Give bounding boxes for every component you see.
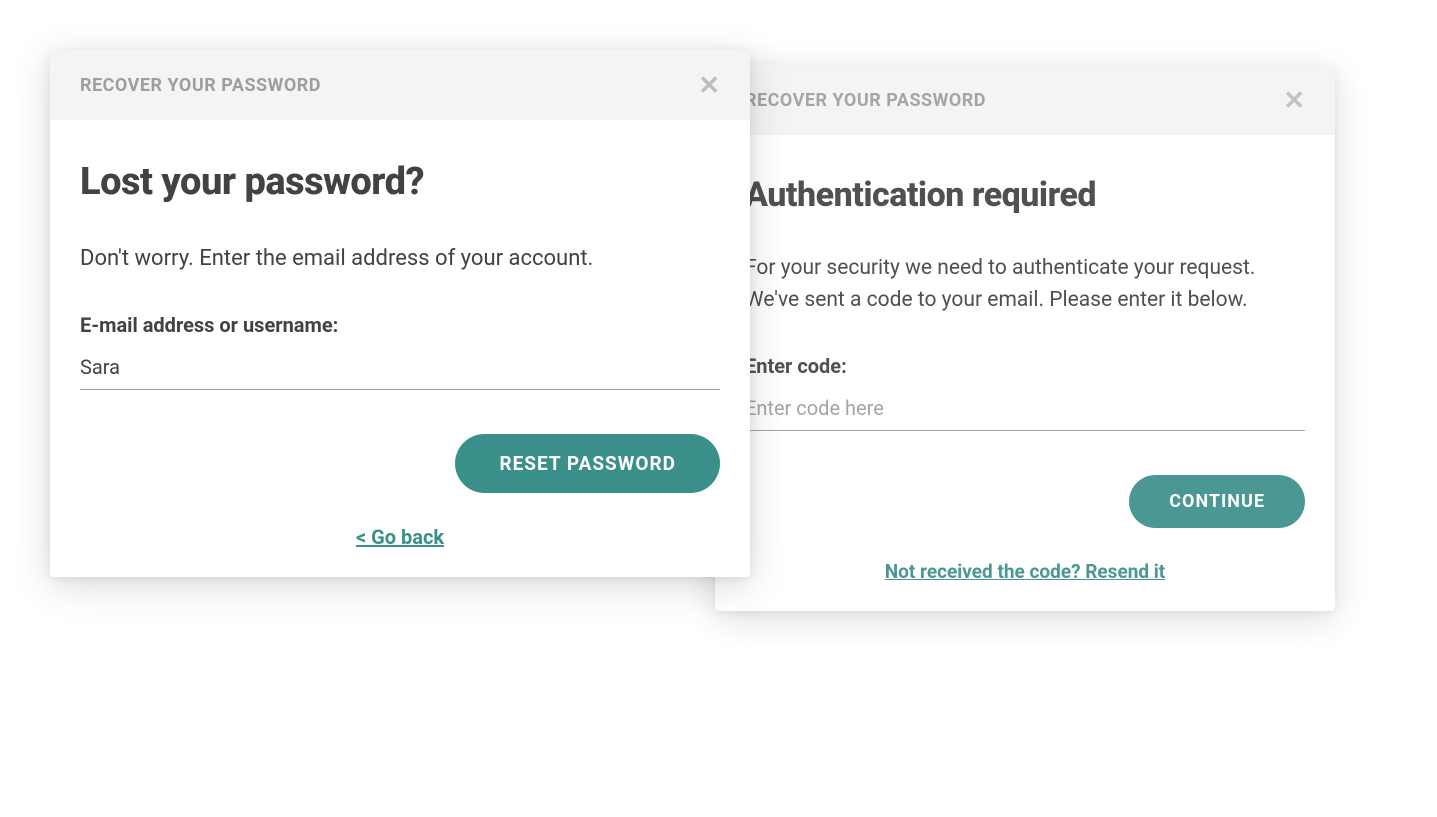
- button-row: RESET PASSWORD: [80, 434, 720, 493]
- lost-password-dialog: RECOVER YOUR PASSWORD ✕ Lost your passwo…: [50, 50, 750, 577]
- link-row: < Go back: [80, 525, 720, 549]
- dialog-header-title: RECOVER YOUR PASSWORD: [745, 90, 986, 111]
- auth-required-dialog: RECOVER YOUR PASSWORD ✕ Authentication r…: [715, 65, 1335, 611]
- dialog-header: RECOVER YOUR PASSWORD ✕: [50, 50, 750, 120]
- continue-button[interactable]: CONTINUE: [1129, 475, 1305, 528]
- code-input[interactable]: [745, 390, 1305, 431]
- button-row: CONTINUE: [745, 475, 1305, 528]
- email-username-input[interactable]: [80, 349, 720, 390]
- email-field-label: E-mail address or username:: [80, 313, 720, 337]
- code-field-label: Enter code:: [745, 354, 1305, 378]
- reset-password-button[interactable]: RESET PASSWORD: [455, 434, 720, 493]
- dialog-header-title: RECOVER YOUR PASSWORD: [80, 75, 321, 96]
- go-back-link[interactable]: < Go back: [356, 525, 444, 549]
- dialog-heading: Authentication required: [745, 175, 1305, 215]
- dialog-body: Lost your password? Don't worry. Enter t…: [50, 120, 750, 577]
- close-icon[interactable]: ✕: [1283, 87, 1305, 113]
- dialog-heading: Lost your password?: [80, 160, 720, 204]
- dialog-body: Authentication required For your securit…: [715, 135, 1335, 611]
- link-row: Not received the code? Resend it: [745, 560, 1305, 583]
- dialog-description: Don't worry. Enter the email address of …: [80, 242, 720, 275]
- close-icon[interactable]: ✕: [698, 72, 720, 98]
- resend-code-link[interactable]: Not received the code? Resend it: [885, 560, 1165, 583]
- dialog-header: RECOVER YOUR PASSWORD ✕: [715, 65, 1335, 135]
- dialog-description: For your security we need to authenticat…: [745, 253, 1305, 316]
